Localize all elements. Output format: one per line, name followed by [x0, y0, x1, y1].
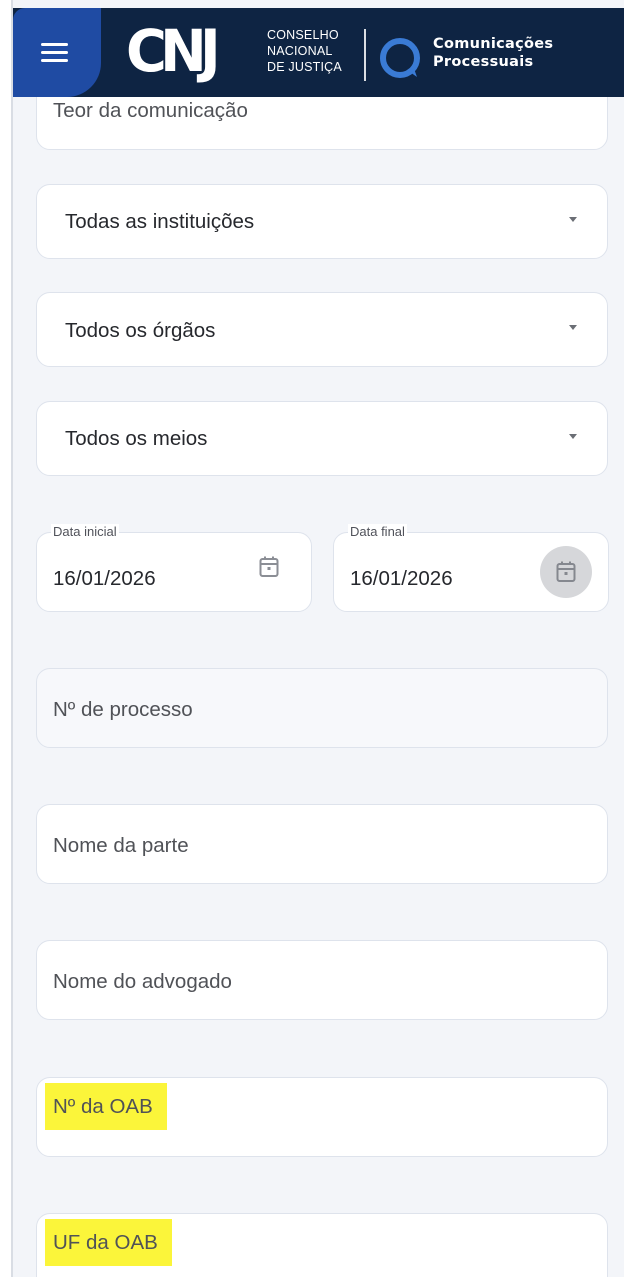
data-final-field[interactable]: Data final 16/01/2026 — [333, 524, 609, 612]
nome-parte-placeholder: Nome da parte — [53, 834, 189, 857]
data-inicial-label: Data inicial — [51, 524, 119, 539]
instituicoes-selected-value: Todas as instituições — [65, 210, 255, 233]
data-final-label: Data final — [348, 524, 407, 539]
uf-oab-placeholder-wrap: UF da OAB — [45, 1219, 172, 1266]
uf-oab-input[interactable]: UF da OAB — [36, 1213, 608, 1277]
calendar-icon[interactable] — [259, 556, 279, 578]
instituicoes-select[interactable]: Todas as instituições — [36, 184, 608, 259]
app-title: Comunicações Processuais — [433, 35, 553, 71]
orgaos-select[interactable]: Todos os órgãos — [36, 292, 608, 367]
council-line-3: DE JUSTIÇA — [267, 60, 342, 74]
app-container: CNJ CONSELHO NACIONAL DE JUSTIÇA Comunic… — [13, 0, 624, 1277]
speech-bubble-icon — [380, 38, 420, 78]
council-line-2: NACIONAL — [267, 44, 333, 58]
numero-oab-input[interactable]: Nº da OAB — [36, 1077, 608, 1157]
numero-processo-input[interactable]: Nº de processo — [36, 668, 608, 748]
numero-oab-placeholder: Nº da OAB — [45, 1083, 167, 1130]
meios-selected-value: Todos os meios — [65, 427, 208, 450]
numero-oab-placeholder-wrap: Nº da OAB — [45, 1083, 167, 1130]
cnj-logo: CNJ — [126, 17, 221, 85]
orgaos-selected-value: Todos os órgãos — [65, 319, 216, 342]
menu-button[interactable] — [13, 8, 101, 97]
council-name: CONSELHO NACIONAL DE JUSTIÇA — [267, 27, 362, 75]
data-inicial-field[interactable]: Data inicial 16/01/2026 — [36, 524, 312, 612]
meios-select[interactable]: Todos os meios — [36, 401, 608, 476]
numero-processo-placeholder: Nº de processo — [53, 698, 193, 721]
calendar-button[interactable] — [540, 546, 592, 598]
data-final-value[interactable]: 16/01/2026 — [350, 567, 453, 591]
nome-parte-input[interactable]: Nome da parte — [36, 804, 608, 884]
council-line-1: CONSELHO — [267, 28, 339, 42]
nome-advogado-input[interactable]: Nome do advogado — [36, 940, 608, 1020]
teor-comunicacao-placeholder: Teor da comunicação — [53, 99, 248, 122]
nome-advogado-placeholder: Nome do advogado — [53, 970, 232, 993]
app-title-line-2: Processuais — [433, 54, 534, 70]
chevron-down-icon — [569, 434, 577, 439]
chevron-down-icon — [569, 217, 577, 222]
calendar-icon[interactable] — [556, 561, 576, 583]
top-bar: CNJ CONSELHO NACIONAL DE JUSTIÇA Comunic… — [13, 8, 624, 97]
chevron-down-icon — [569, 325, 577, 330]
header-divider — [364, 29, 366, 81]
uf-oab-placeholder: UF da OAB — [45, 1219, 172, 1266]
app-title-line-1: Comunicações — [433, 36, 554, 52]
data-inicial-value[interactable]: 16/01/2026 — [53, 567, 156, 591]
hamburger-menu-icon[interactable] — [41, 43, 68, 63]
